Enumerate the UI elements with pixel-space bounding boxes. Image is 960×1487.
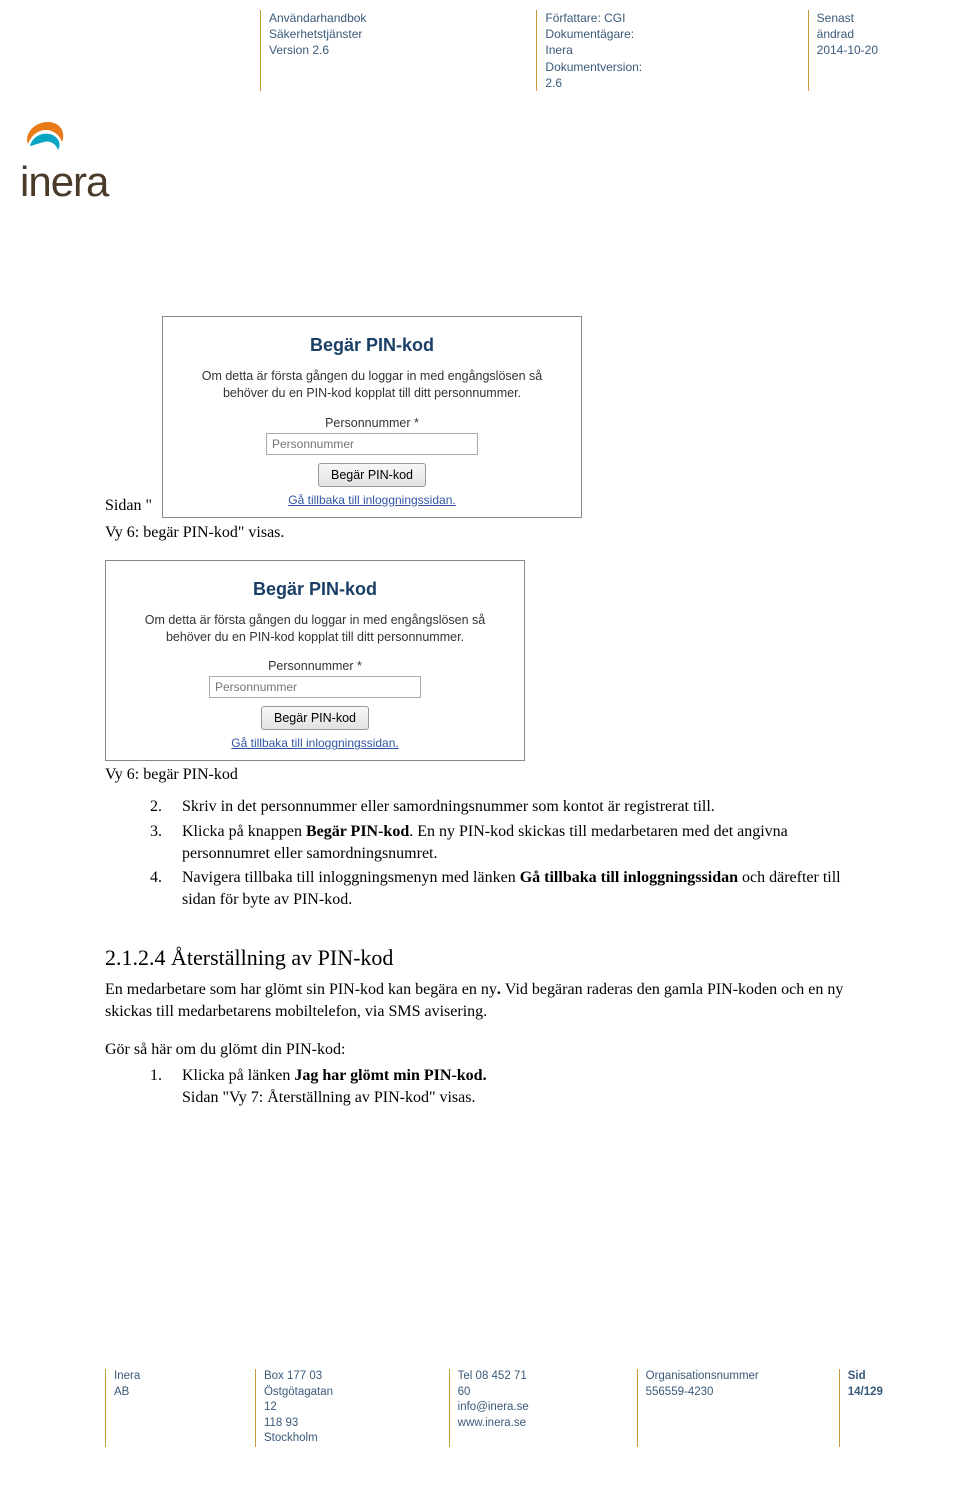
dialog-title: Begär PIN-kod [116,579,514,600]
footer-col-contact: Tel 08 452 71 60 info@inera.se www.inera… [449,1369,567,1447]
header-text: Dokumentversion: 2.6 [545,59,657,91]
request-pin-button[interactable]: Begär PIN-kod [261,706,369,730]
inera-logo: inera [20,116,930,206]
footer-text: info@inera.se [458,1400,537,1416]
item-text: Skriv in det personnummer eller samordni… [182,796,715,818]
item-text: Sidan "Vy 7: Återställning av PIN-kod" v… [182,1087,475,1109]
item-number: 2. [150,796,170,818]
list-item: 2. Skriv in det personnummer eller samor… [150,796,870,818]
section-paragraph: En medarbetare som har glömt sin PIN-kod… [105,979,870,1023]
logo-swirl-icon [20,116,70,158]
dialog-description: Om detta är första gången du loggar in m… [181,368,563,402]
footer-col-page: Sid 14/129 [839,1369,930,1447]
text-run: Navigera tillbaka till inloggningsmenyn … [182,869,520,886]
header-text: 2014-10-20 [817,42,890,58]
header-col-3: Senast ändrad 2014-10-20 [808,10,930,91]
text-run: Klicka på knappen [182,823,306,840]
page-number: Sid 14/129 [848,1369,900,1400]
footer-col-company: Inera AB [105,1369,185,1447]
item-number: 3. [150,821,170,865]
text-bold: Gå tillbaka till inloggningssidan [520,869,738,886]
document-header: Användarhandbok Säkerhetstjänster Versio… [260,0,930,91]
list-item: 4. Navigera tillbaka till inloggningsmen… [150,867,870,911]
header-col-2: Författare: CGI Dokumentägare: Inera Dok… [536,10,697,91]
item-text: Klicka på länken Jag har glömt min PIN-k… [182,1065,487,1087]
item-number [150,1087,170,1109]
list-item: 3. Klicka på knappen Begär PIN-kod. En n… [150,821,870,865]
caption-line: Sidan " [105,495,152,517]
text-bold: Jag har glömt min PIN-kod. [294,1067,486,1084]
text-run: Klicka på länken [182,1067,294,1084]
logo-text: inera [20,158,108,205]
item-number: 4. [150,867,170,911]
caption-intro: Sidan " [105,495,152,517]
footer-text: Organisationsnummer [646,1369,759,1385]
footer-text: Tel 08 452 71 60 [458,1369,537,1400]
footer-col-orgnr: Organisationsnummer 556559-4230 [637,1369,789,1447]
footer-text: 556559-4230 [646,1385,759,1401]
personnummer-input[interactable] [209,676,421,698]
header-text: Säkerhetstjänster [269,26,366,42]
section-heading: 2.1.2.4 Återställning av PIN-kod [105,945,930,971]
instruction-list-b: 1. Klicka på länken Jag har glömt min PI… [150,1065,930,1109]
section-paragraph: Gör så här om du glömt din PIN-kod: [105,1039,870,1061]
back-to-login-link[interactable]: Gå tillbaka till inloggningssidan. [288,493,455,507]
request-pin-button[interactable]: Begär PIN-kod [318,463,426,487]
dialog-title: Begär PIN-kod [173,335,571,356]
instruction-list-a: 2. Skriv in det personnummer eller samor… [150,796,870,910]
header-text: Författare: CGI [545,10,657,26]
item-text: Navigera tillbaka till inloggningsmenyn … [182,867,870,911]
header-text: Dokumentägare: Inera [545,26,657,58]
figure-caption: Vy 6: begär PIN-kod [105,766,930,784]
list-item: Sidan "Vy 7: Återställning av PIN-kod" v… [150,1087,930,1109]
text-run: En medarbetare som har glömt sin PIN-kod… [105,981,497,998]
back-to-login-link[interactable]: Gå tillbaka till inloggningssidan. [231,736,398,750]
personnummer-label: Personnummer * [173,416,571,430]
header-col-1: Användarhandbok Säkerhetstjänster Versio… [260,10,406,91]
document-footer: Inera AB Box 177 03 Östgötagatan 12 118 … [105,1369,930,1447]
pin-dialog-1: Begär PIN-kod Om detta är första gången … [162,316,582,518]
pin-dialog-2: Begär PIN-kod Om detta är första gången … [105,560,525,762]
list-item: 1. Klicka på länken Jag har glömt min PI… [150,1065,930,1087]
footer-text: Inera AB [114,1369,155,1400]
text-bold: Begär PIN-kod [306,823,409,840]
text-bold: . [497,981,505,998]
item-number: 1. [150,1065,170,1087]
caption-line: Vy 6: begär PIN-kod" visas. [105,524,930,542]
footer-text: Box 177 03 [264,1369,349,1385]
personnummer-input[interactable] [266,433,478,455]
header-text: Senast ändrad [817,10,890,42]
footer-text: 118 93 Stockholm [264,1416,349,1447]
personnummer-label: Personnummer * [116,659,514,673]
header-text: Användarhandbok [269,10,366,26]
item-text: Klicka på knappen Begär PIN-kod. En ny P… [182,821,870,865]
footer-text: Östgötagatan 12 [264,1385,349,1416]
footer-col-address: Box 177 03 Östgötagatan 12 118 93 Stockh… [255,1369,379,1447]
header-text: Version 2.6 [269,42,366,58]
dialog-description: Om detta är första gången du loggar in m… [124,612,506,646]
